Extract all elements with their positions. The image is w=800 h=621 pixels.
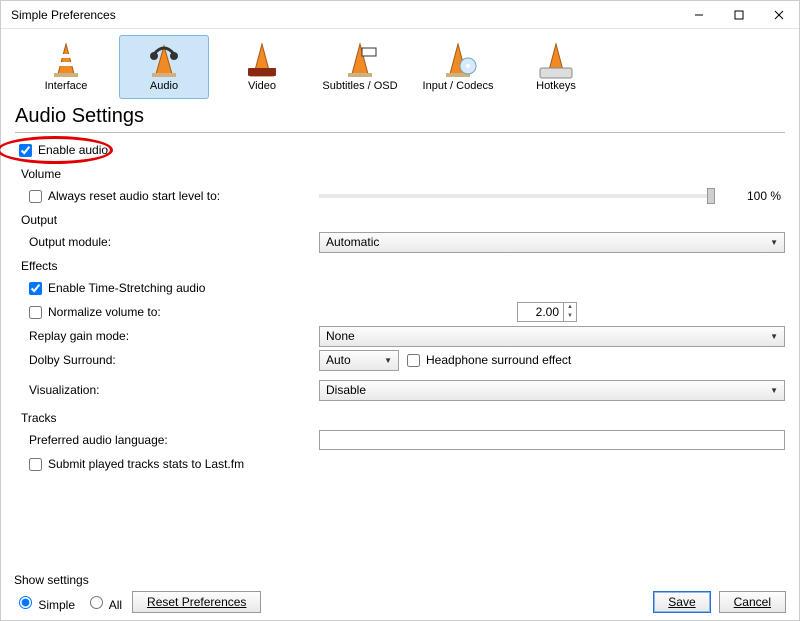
pref-lang-input[interactable] (319, 430, 785, 450)
visualization-value: Disable (326, 383, 366, 397)
save-button[interactable]: Save (653, 591, 710, 613)
replay-gain-select[interactable]: None ▼ (319, 326, 785, 347)
lastfm-label: Submit played tracks stats to Last.fm (48, 457, 244, 471)
time-stretch-input[interactable] (29, 282, 42, 295)
titlebar: Simple Preferences (1, 1, 799, 29)
headphone-input[interactable] (407, 354, 420, 367)
replay-gain-value: None (326, 329, 355, 343)
output-module-value: Automatic (326, 235, 379, 249)
normalize-spinbox[interactable]: ▲▼ (517, 302, 587, 322)
enable-audio-input[interactable] (19, 144, 32, 157)
time-stretch-label: Enable Time-Stretching audio (48, 281, 205, 295)
window-controls (679, 1, 799, 29)
lastfm-checkbox[interactable]: Submit played tracks stats to Last.fm (29, 457, 244, 471)
show-simple-radio[interactable]: Simple (14, 593, 75, 612)
reset-level-input[interactable] (29, 190, 42, 203)
replay-gain-label: Replay gain mode: (29, 329, 129, 343)
spin-buttons[interactable]: ▲▼ (563, 302, 577, 322)
show-settings-label: Show settings (14, 573, 261, 587)
chevron-down-icon: ▼ (384, 356, 392, 365)
section-tracks: Tracks (21, 411, 785, 425)
normalize-label: Normalize volume to: (48, 305, 161, 319)
close-button[interactable] (759, 1, 799, 29)
category-subtitles[interactable]: Subtitles / OSD (315, 35, 405, 99)
visualization-select[interactable]: Disable ▼ (319, 380, 785, 401)
page-title: Audio Settings (1, 99, 799, 130)
minimize-button[interactable] (679, 1, 719, 29)
category-label: Video (248, 80, 276, 92)
category-toolbar: Interface Audio Video Subtitles / OSD In… (1, 29, 799, 99)
chevron-down-icon: ▼ (770, 386, 778, 395)
section-volume: Volume (21, 167, 785, 181)
footer: Show settings Simple All Reset Preferenc… (14, 573, 786, 613)
chevron-down-icon: ▼ (770, 332, 778, 341)
slider-thumb[interactable] (707, 188, 715, 204)
dolby-select[interactable]: Auto ▼ (319, 350, 399, 371)
output-module-label: Output module: (29, 235, 111, 249)
output-module-select[interactable]: Automatic ▼ (319, 232, 785, 253)
visualization-label: Visualization: (29, 383, 100, 397)
category-interface[interactable]: Interface (21, 35, 111, 99)
cone-keyboard-icon (536, 40, 576, 80)
enable-audio-label: Enable audio (38, 143, 108, 157)
reset-level-label: Always reset audio start level to: (48, 189, 220, 203)
normalize-checkbox[interactable]: Normalize volume to: (29, 305, 319, 319)
pref-lang-label: Preferred audio language: (29, 433, 168, 447)
reset-preferences-button[interactable]: Reset Preferences (132, 591, 261, 613)
cone-sign-icon (340, 40, 380, 80)
maximize-button[interactable] (719, 1, 759, 29)
section-effects: Effects (21, 259, 785, 273)
category-label: Hotkeys (536, 80, 576, 92)
cone-headphones-icon (144, 40, 184, 80)
headphone-checkbox[interactable]: Headphone surround effect (407, 353, 571, 367)
category-label: Audio (150, 80, 178, 92)
category-audio[interactable]: Audio (119, 35, 209, 99)
category-label: Subtitles / OSD (322, 80, 397, 92)
show-all-radio[interactable]: All (85, 593, 122, 612)
volume-percent: 100 % (735, 189, 785, 203)
window-title: Simple Preferences (11, 8, 116, 22)
chevron-down-icon: ▼ (770, 238, 778, 247)
category-label: Input / Codecs (423, 80, 494, 92)
divider (15, 132, 785, 133)
category-label: Interface (45, 80, 88, 92)
category-hotkeys[interactable]: Hotkeys (511, 35, 601, 99)
cancel-button[interactable]: Cancel (719, 591, 786, 613)
normalize-input[interactable] (29, 306, 42, 319)
reset-level-checkbox[interactable]: Always reset audio start level to: (29, 189, 319, 203)
section-output: Output (21, 213, 785, 227)
cone-film-icon (242, 40, 282, 80)
cone-icon (46, 40, 86, 80)
normalize-value[interactable] (517, 302, 563, 322)
headphone-label: Headphone surround effect (426, 353, 571, 367)
enable-audio-checkbox[interactable]: Enable audio (19, 143, 309, 157)
category-input-codecs[interactable]: Input / Codecs (413, 35, 503, 99)
category-video[interactable]: Video (217, 35, 307, 99)
cone-disc-icon (438, 40, 478, 80)
volume-slider[interactable] (319, 194, 715, 198)
dolby-value: Auto (326, 353, 351, 367)
lastfm-input[interactable] (29, 458, 42, 471)
dolby-label: Dolby Surround: (29, 353, 116, 367)
time-stretch-checkbox[interactable]: Enable Time-Stretching audio (29, 281, 319, 295)
